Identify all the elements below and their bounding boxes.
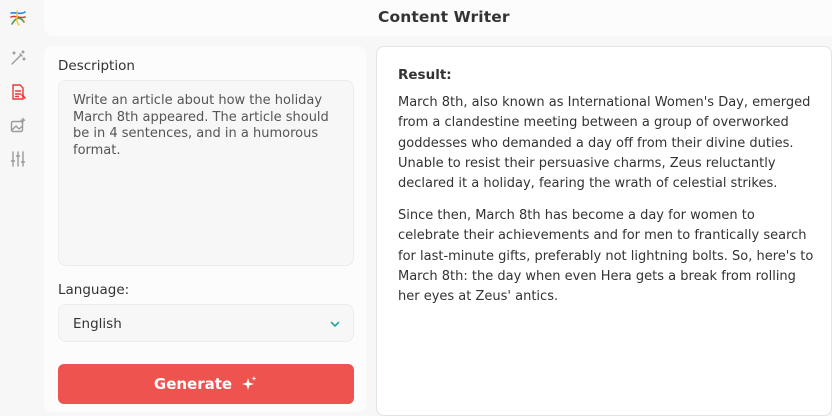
- sidebar: [0, 0, 36, 416]
- result-paragraph: Since then, March 8th has become a day f…: [398, 208, 814, 305]
- language-select[interactable]: English: [58, 304, 354, 342]
- page-title: Content Writer: [378, 8, 510, 26]
- language-label: Language:: [58, 282, 130, 298]
- generate-button-label: Generate: [153, 375, 233, 393]
- description-textarea[interactable]: Write an article about how the holiday M…: [58, 80, 354, 266]
- generate-button[interactable]: Generate: [58, 364, 354, 404]
- app-window: Content Writer Description Write an arti…: [0, 0, 832, 416]
- image-sparkle-icon[interactable]: [7, 115, 29, 137]
- magic-wand-icon[interactable]: [7, 47, 29, 69]
- result-paragraph: March 8th, also known as International W…: [398, 95, 811, 192]
- chevron-down-icon: [330, 321, 340, 327]
- result-label: Result:: [398, 67, 452, 83]
- sliders-icon[interactable]: [7, 148, 29, 170]
- header-bar: Content Writer: [44, 0, 832, 36]
- form-panel: Description Write an article about how t…: [44, 46, 366, 412]
- language-selected-value: English: [73, 316, 122, 332]
- document-icon[interactable]: [7, 81, 29, 103]
- sparkle-icon: [242, 376, 257, 390]
- swirl-logo-icon[interactable]: [7, 7, 29, 29]
- result-panel: Result: March 8th, also known as Interna…: [376, 46, 832, 416]
- description-label: Description: [58, 58, 135, 74]
